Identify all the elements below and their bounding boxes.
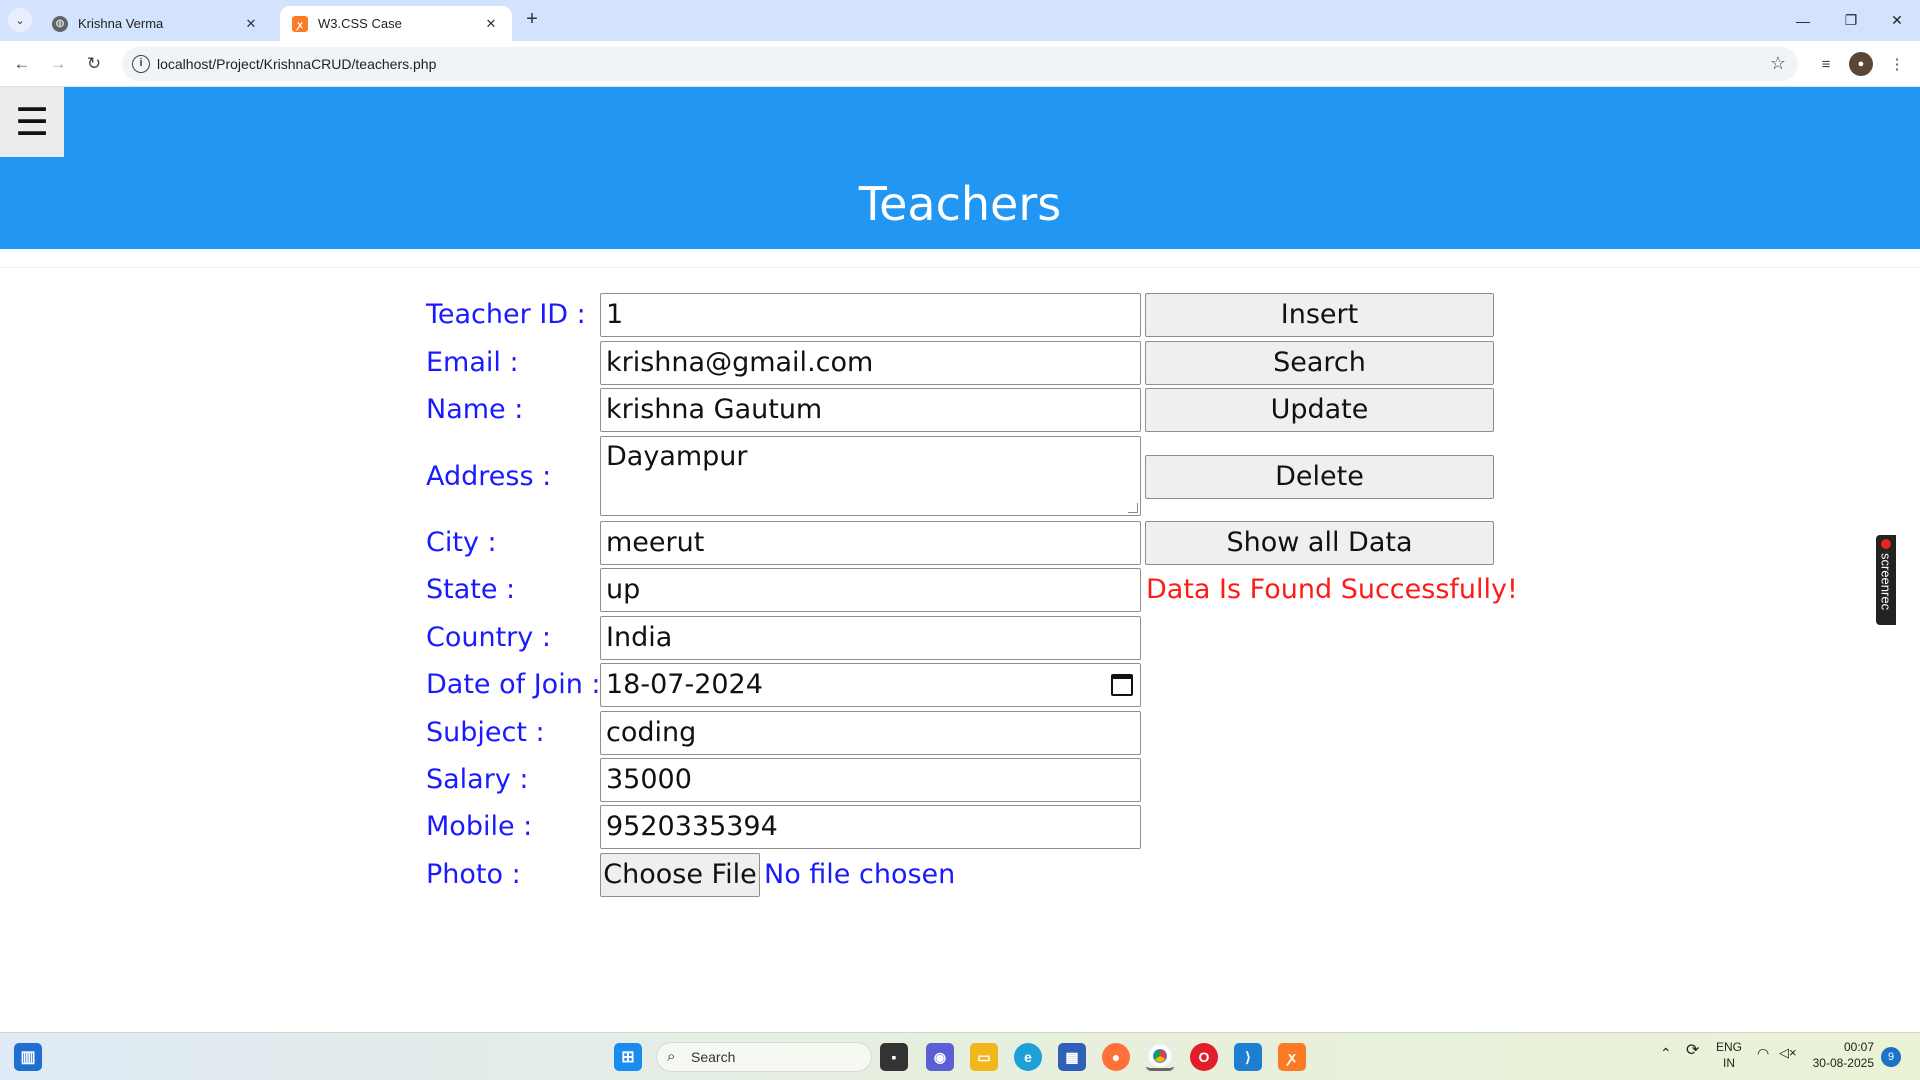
reload-icon[interactable]: ↻: [80, 50, 108, 78]
taskbar: ▥ ⊞ ⌕ Search ▪ ◉ ▭ e ▦ ● O ⟩ ꭗ ⌃ ⟳ ENG I…: [0, 1032, 1920, 1080]
mobile-label: Mobile :: [426, 811, 533, 842]
language-indicator[interactable]: ENG IN: [1716, 1039, 1742, 1071]
lang-bottom: IN: [1723, 1056, 1735, 1070]
opera-icon[interactable]: O: [1190, 1043, 1218, 1071]
more-menu-icon[interactable]: ⋮: [1885, 52, 1909, 76]
date-value: 18-07-2024: [606, 669, 763, 700]
name-input[interactable]: krishna Gautum: [600, 388, 1141, 432]
salary-label: Salary :: [426, 764, 529, 795]
forward-arrow-icon[interactable]: →: [44, 50, 72, 78]
mobile-input[interactable]: 9520335394: [600, 805, 1141, 849]
vscode-icon[interactable]: ⟩: [1234, 1043, 1262, 1071]
wifi-icon[interactable]: ◠: [1757, 1045, 1769, 1061]
subject-label: Subject :: [426, 717, 545, 748]
sync-icon[interactable]: ⟳: [1686, 1043, 1699, 1059]
subject-input[interactable]: coding: [600, 711, 1141, 755]
delete-button[interactable]: Delete: [1145, 455, 1494, 499]
photo-label: Photo :: [426, 859, 521, 890]
new-tab-button[interactable]: +: [520, 8, 544, 32]
hamburger-menu-icon[interactable]: ☰: [0, 87, 64, 157]
record-dot-icon: [1881, 539, 1891, 549]
page-title: Teachers: [858, 177, 1062, 231]
tray-chevron-icon[interactable]: ⌃: [1660, 1045, 1672, 1061]
profile-avatar[interactable]: ●: [1849, 52, 1873, 76]
address-textarea[interactable]: Dayampur: [600, 436, 1141, 516]
state-input[interactable]: up: [600, 568, 1141, 612]
tab-strip: ⌄ ◍ Krishna Verma ✕ ꭗ W3.CSS Case ✕ + — …: [0, 0, 1920, 41]
close-tab-icon[interactable]: ✕: [482, 16, 500, 32]
edge-browser-icon[interactable]: e: [1014, 1043, 1042, 1071]
tab-search-chevron-icon[interactable]: ⌄: [8, 8, 32, 32]
url-text[interactable]: localhost/Project/KrishnaCRUD/teachers.p…: [157, 56, 436, 72]
browser-toolbar: ← → ↻ i localhost/Project/KrishnaCRUD/te…: [0, 41, 1920, 87]
search-button[interactable]: Search: [1145, 341, 1494, 385]
tab-title: W3.CSS Case: [318, 16, 402, 31]
update-button[interactable]: Update: [1145, 388, 1494, 432]
calendar-icon[interactable]: [1111, 674, 1133, 696]
close-tab-icon[interactable]: ✕: [242, 16, 260, 32]
clock[interactable]: 00:07 30-08-2025: [1812, 1039, 1874, 1071]
date-of-join-label: Date of Join :: [426, 669, 601, 700]
search-placeholder: Search: [691, 1049, 736, 1065]
address-label: Address :: [426, 461, 552, 492]
globe-icon: ◍: [52, 15, 68, 32]
back-arrow-icon[interactable]: ←: [8, 50, 36, 78]
insert-button[interactable]: Insert: [1145, 293, 1494, 337]
site-info-icon[interactable]: i: [132, 55, 150, 73]
close-window-button[interactable]: ✕: [1874, 0, 1920, 41]
bookmark-star-icon[interactable]: ☆: [1770, 53, 1786, 74]
xampp-icon: ꭗ: [292, 15, 308, 32]
widgets-icon[interactable]: ▥: [14, 1043, 42, 1071]
city-input[interactable]: meerut: [600, 521, 1141, 565]
file-explorer-icon[interactable]: ▭: [970, 1043, 998, 1071]
screenrec-label: screenrec: [1878, 553, 1894, 611]
country-input[interactable]: India: [600, 616, 1141, 660]
file-status-text: No file chosen: [764, 859, 956, 890]
email-label: Email :: [426, 347, 519, 378]
lang-top: ENG: [1716, 1040, 1743, 1054]
notification-badge[interactable]: 9: [1881, 1047, 1901, 1067]
date-of-join-input[interactable]: 18-07-2024: [600, 663, 1141, 707]
page-header: ☰ Teachers: [0, 87, 1920, 249]
taskbar-search[interactable]: ⌕ Search: [656, 1042, 872, 1072]
email-input[interactable]: krishna@gmail.com: [600, 341, 1141, 385]
chrome-icon[interactable]: [1146, 1043, 1174, 1071]
start-windows-icon[interactable]: ⊞: [614, 1043, 642, 1071]
tab-title: Krishna Verma: [78, 16, 164, 31]
address-value: Dayampur: [606, 441, 748, 472]
search-icon: ⌕: [667, 1048, 676, 1065]
clock-date: 30-08-2025: [1812, 1056, 1874, 1070]
firefox-icon[interactable]: ●: [1102, 1043, 1130, 1071]
show-all-data-button[interactable]: Show all Data: [1145, 521, 1494, 565]
teacher-id-input[interactable]: 1: [600, 293, 1141, 337]
restore-button[interactable]: ❐: [1828, 0, 1874, 41]
minimize-button[interactable]: —: [1780, 0, 1826, 41]
status-message: Data Is Found Successfully!: [1146, 574, 1518, 605]
state-label: State :: [426, 574, 516, 605]
choose-file-button[interactable]: Choose File: [600, 853, 760, 897]
salary-input[interactable]: 35000: [600, 758, 1141, 802]
browser-tab[interactable]: ◍ Krishna Verma ✕: [40, 6, 272, 41]
xampp-icon[interactable]: ꭗ: [1278, 1043, 1306, 1071]
screenrec-widget[interactable]: screenrec: [1876, 535, 1896, 625]
city-label: City :: [426, 527, 497, 558]
browser-tab-active[interactable]: ꭗ W3.CSS Case ✕: [280, 6, 512, 41]
country-label: Country :: [426, 622, 551, 653]
teams-chat-icon[interactable]: ◉: [926, 1043, 954, 1071]
resize-handle-icon[interactable]: [1128, 503, 1138, 513]
address-bar[interactable]: i localhost/Project/KrishnaCRUD/teachers…: [122, 47, 1798, 81]
teacher-id-label: Teacher ID :: [426, 299, 586, 330]
media-control-icon[interactable]: ≡: [1814, 52, 1838, 76]
clock-time: 00:07: [1843, 1040, 1874, 1054]
volume-muted-icon[interactable]: ◁×: [1779, 1045, 1797, 1061]
microsoft-store-icon[interactable]: ▦: [1058, 1043, 1086, 1071]
task-view-icon[interactable]: ▪: [880, 1043, 908, 1071]
divider: [0, 267, 1920, 268]
name-label: Name :: [426, 394, 524, 425]
